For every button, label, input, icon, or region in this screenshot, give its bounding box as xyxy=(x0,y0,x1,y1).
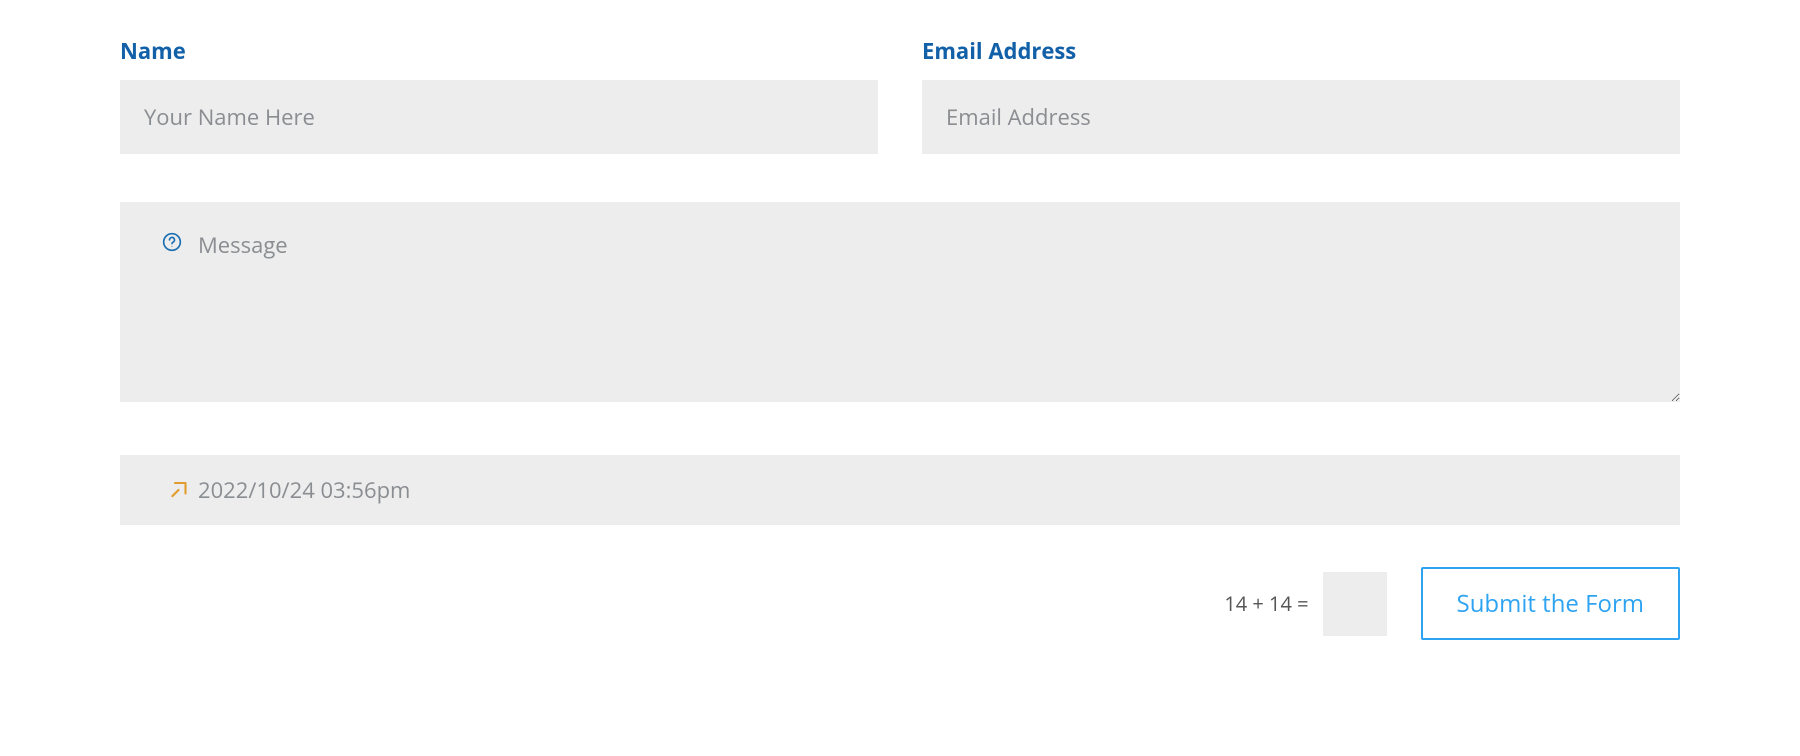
name-label: Name xyxy=(120,36,878,66)
name-column: Name xyxy=(120,36,878,154)
email-input[interactable] xyxy=(922,80,1680,154)
submit-row: 14 + 14 = Submit the Form xyxy=(120,567,1680,640)
submit-button[interactable]: Submit the Form xyxy=(1421,567,1680,640)
message-textarea[interactable] xyxy=(120,202,1680,402)
email-column: Email Address xyxy=(922,36,1680,154)
contact-form: Name Email Address 14 + 14 = xyxy=(120,36,1680,640)
datetime-wrapper xyxy=(120,455,1680,525)
message-wrapper xyxy=(120,202,1680,407)
email-label: Email Address xyxy=(922,36,1680,66)
top-row: Name Email Address xyxy=(120,36,1680,154)
name-input[interactable] xyxy=(120,80,878,154)
datetime-input[interactable] xyxy=(120,455,1680,525)
captcha-question: 14 + 14 = xyxy=(1224,590,1308,617)
captcha-input[interactable] xyxy=(1323,572,1387,636)
